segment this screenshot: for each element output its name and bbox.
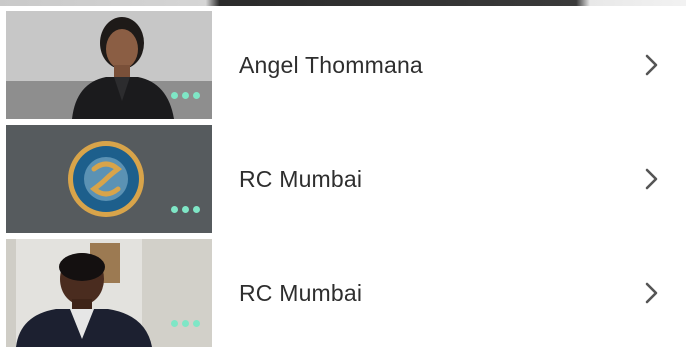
participant-video-thumbnail[interactable]	[6, 239, 212, 347]
participant-name: Angel Thommana	[239, 51, 423, 78]
participant-row[interactable]: Angel Thommana	[0, 8, 686, 122]
participant-row[interactable]: RC Mumbai	[0, 122, 686, 236]
participant-row[interactable]: RC Mumbai	[0, 236, 686, 350]
chevron-right-icon[interactable]	[632, 273, 672, 313]
woman-video-feed	[6, 11, 212, 119]
participant-name: RC Mumbai	[239, 279, 363, 306]
participant-list: Angel Thommana RC Mumbai RC Mumbai	[0, 8, 686, 350]
chevron-right-icon[interactable]	[632, 159, 672, 199]
more-dots-icon[interactable]	[171, 206, 200, 213]
circular-logo	[6, 125, 212, 233]
man-video-feed	[6, 239, 212, 347]
chevron-right-icon[interactable]	[632, 45, 672, 85]
more-dots-icon[interactable]	[171, 320, 200, 327]
participant-video-thumbnail[interactable]	[6, 125, 212, 233]
participant-name: RC Mumbai	[239, 165, 363, 192]
participant-video-thumbnail[interactable]	[6, 11, 212, 119]
more-dots-icon[interactable]	[171, 92, 200, 99]
previous-video-tile-edge	[0, 0, 686, 6]
